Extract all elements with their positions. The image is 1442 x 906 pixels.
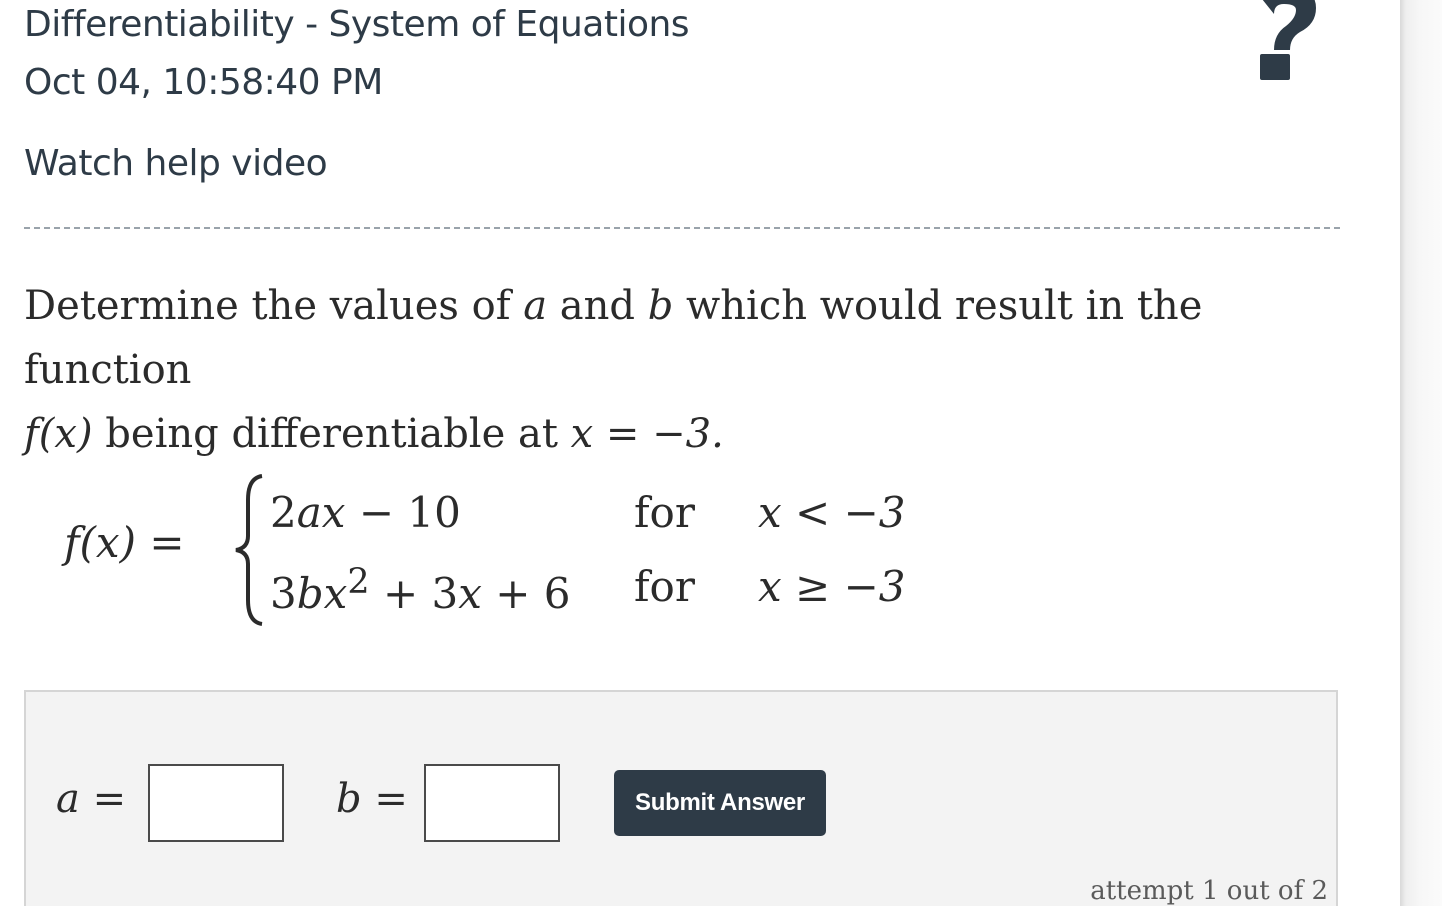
b-input[interactable] [424, 764, 560, 842]
b-label: b = [336, 776, 408, 822]
left-brace [235, 474, 263, 626]
problem-page: Differentiability - System of Equations … [0, 0, 1400, 906]
page-edge-shadow [1400, 0, 1442, 906]
submit-answer-button[interactable]: Submit Answer [614, 770, 826, 836]
attempt-counter: attempt 1 out of 2 [1090, 876, 1328, 906]
a-label: a = [56, 776, 127, 822]
help-video-link[interactable]: Watch help video [24, 143, 328, 184]
piecewise-lhs: f(x) = [64, 518, 185, 567]
piece-2-for: for [634, 562, 695, 611]
piece-1-condition: x < −3 [758, 488, 906, 537]
piece-2-expression: 3bx2 + 3x + 6 [270, 562, 571, 618]
variable-a: a [523, 283, 548, 329]
answer-panel: a = b = Submit Answer attempt 1 out of 2 [24, 690, 1338, 906]
question-mark-icon[interactable] [1244, 0, 1324, 86]
variable-b: b [647, 283, 674, 329]
piece-1-for: for [634, 488, 695, 537]
function-name: f(x) [24, 411, 93, 457]
timestamp: Oct 04, 10:58:40 PM [24, 62, 383, 103]
piecewise-function: f(x) = 2ax − 10 for x < −3 3bx2 + 3x + 6… [64, 470, 964, 640]
piece-1-expression: 2ax − 10 [270, 488, 461, 537]
piece-2-condition: x ≥ −3 [758, 562, 906, 611]
differentiability-point: x = −3. [570, 411, 724, 457]
section-divider [24, 227, 1340, 229]
question-text: Determine the values of a and b which wo… [24, 283, 1203, 457]
assignment-title: Differentiability - System of Equations [24, 4, 690, 45]
a-input[interactable] [148, 764, 284, 842]
